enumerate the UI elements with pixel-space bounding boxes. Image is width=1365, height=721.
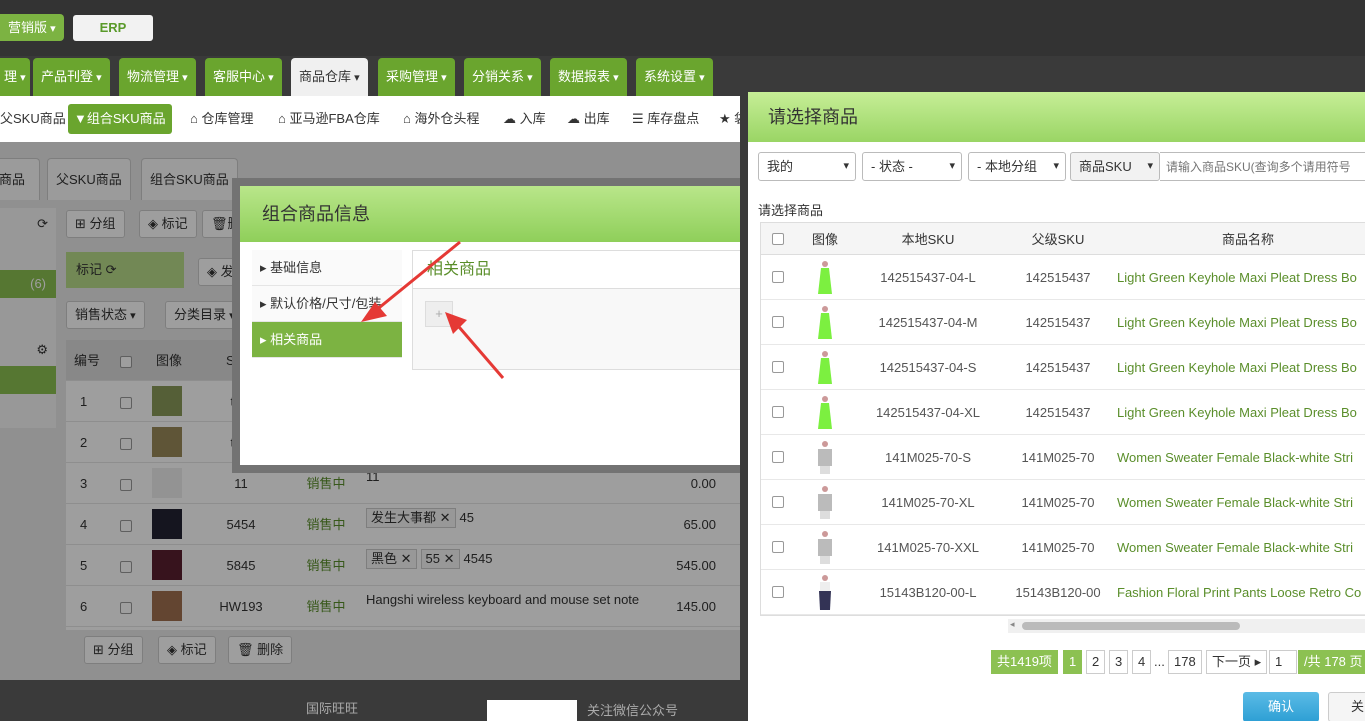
row-checkbox[interactable] [772, 406, 784, 418]
nav-item-product-listing[interactable]: 产品刊登 [33, 58, 110, 96]
product-name-link[interactable]: Fashion Floral Print Pants Loose Retro C… [1117, 570, 1365, 614]
close-button[interactable]: 关 [1328, 692, 1365, 721]
confirm-button[interactable]: 确认 [1243, 692, 1319, 721]
subnav-combo-sku[interactable]: ▼组合SKU商品 [68, 104, 172, 134]
page-1[interactable]: 1 [1063, 650, 1083, 674]
page-last[interactable]: 178 [1168, 650, 1202, 674]
nav-item-partial[interactable]: 理 [0, 58, 30, 96]
cloud-download-icon: ☁ [567, 111, 584, 126]
total-count: 共1419项 [991, 650, 1058, 674]
page-input[interactable]: 1 [1269, 650, 1297, 674]
footer-wechat[interactable]: 关注微信公众号 [587, 700, 678, 719]
row-checkbox[interactable] [772, 316, 784, 328]
caret-right-icon: ▸ [260, 296, 271, 311]
product-row[interactable]: 141M025-70-XL 141M025-70 Women Sweater Fem… [761, 480, 1365, 525]
nav-item-purchasing[interactable]: 采购管理 [378, 58, 455, 96]
page-2[interactable]: 2 [1086, 650, 1106, 674]
product-row[interactable]: 142515437-04-S 142515437 Light Green Keyho… [761, 345, 1365, 390]
star-icon: ★ [719, 111, 735, 126]
caret-right-icon: ▸ [260, 332, 271, 347]
product-table-header: 图像 本地SKU 父级SKU 商品名称 [761, 223, 1365, 255]
product-name-link[interactable]: Women Sweater Female Black-white Stri [1117, 525, 1365, 569]
nav-item-warehouse[interactable]: 商品仓库 [291, 58, 368, 96]
row-checkbox[interactable] [772, 451, 784, 463]
row-checkbox[interactable] [772, 271, 784, 283]
product-thumbnail [808, 573, 842, 611]
subnav-warehouse[interactable]: ⌂ 仓库管理 [184, 104, 259, 134]
nav-item-settings[interactable]: 系统设置 [636, 58, 713, 96]
row-checkbox[interactable] [772, 586, 784, 598]
product-name-link[interactable]: Light Green Keyhole Maxi Pleat Dress Bo [1117, 300, 1365, 344]
annotation-arrows [361, 240, 505, 379]
row-checkbox[interactable] [772, 541, 784, 553]
page-ellipsis: ... [1154, 654, 1165, 669]
product-name-link[interactable]: Light Green Keyhole Maxi Pleat Dress Bo [1117, 345, 1365, 389]
product-name-link[interactable]: Light Green Keyhole Maxi Pleat Dress Bo [1117, 390, 1365, 434]
product-select-modal: 请选择商品 我的 - 状态 - - 本地分组 商品SKU 请选择商品 图像 本地… [740, 84, 1365, 721]
erp-button[interactable]: ERP [73, 15, 153, 41]
subnav-overseas[interactable]: ⌂ 海外仓头程 [397, 104, 485, 134]
local-group-select[interactable]: - 本地分组 [968, 152, 1066, 181]
scrollbar-thumb[interactable] [1022, 622, 1240, 630]
row-checkbox[interactable] [772, 496, 784, 508]
top-bar: 营销版 ERP [0, 0, 1365, 56]
list-icon: ☰ [632, 111, 648, 126]
edition-dropdown[interactable]: 营销版 [0, 14, 64, 41]
row-checkbox[interactable] [772, 361, 784, 373]
table-scrollbar[interactable]: ◂ [1008, 619, 1365, 633]
subnav-parent-sku[interactable]: 父SKU商品 [0, 104, 72, 134]
select-all-checkbox[interactable] [772, 232, 784, 245]
scroll-left-icon[interactable]: ◂ [1010, 619, 1015, 630]
product-thumbnail [808, 393, 842, 431]
nav-item-customer-service[interactable]: 客服中心 [205, 58, 282, 96]
product-thumbnail [808, 438, 842, 476]
caret-right-icon: ▸ [260, 260, 271, 275]
product-thumbnail [808, 348, 842, 386]
page-4[interactable]: 4 [1132, 650, 1152, 674]
product-row[interactable]: 142515437-04-M 142515437 Light Green Keyho… [761, 300, 1365, 345]
status-select[interactable]: - 状态 - [862, 152, 962, 181]
next-page-button[interactable]: 下一页 ▸ [1206, 650, 1268, 674]
home-icon: ⌂ [278, 111, 290, 126]
product-thumbnail [808, 483, 842, 521]
product-thumbnail [808, 528, 842, 566]
cloud-upload-icon: ☁ [503, 111, 520, 126]
caret-right-icon: ▸ [1254, 654, 1262, 669]
product-name-link[interactable]: Women Sweater Female Black-white Stri [1117, 480, 1365, 524]
home-icon: ⌂ [190, 111, 202, 126]
section-label: 请选择商品 [758, 203, 824, 218]
product-thumbnail [808, 258, 842, 296]
combo-dialog-title: 组合商品信息 [240, 186, 744, 242]
product-thumbnail [808, 303, 842, 341]
subnav-outbound[interactable]: ☁ 出库 [561, 104, 616, 134]
product-row[interactable]: 15143B120-00-L 15143B120-00 Fashion Floral… [761, 570, 1365, 615]
product-row[interactable]: 142515437-04-XL 142515437 Light Green Keyh… [761, 390, 1365, 435]
modal-title: 请选择商品 [748, 92, 1365, 142]
subnav-inventory[interactable]: ☰ 库存盘点 [626, 104, 705, 134]
product-row[interactable]: 141M025-70-S 141M025-70 Women Sweater Fema… [761, 435, 1365, 480]
product-list-table: 图像 本地SKU 父级SKU 商品名称 142515437-04-L 142515… [760, 222, 1365, 616]
product-row[interactable]: 142515437-04-L 142515437 Light Green Keyho… [761, 255, 1365, 300]
product-row[interactable]: 141M025-70-XXL 141M025-70 Women Sweater Fe… [761, 525, 1365, 570]
subnav-fba[interactable]: ⌂ 亚马逊FBA仓库 [272, 104, 386, 134]
nav-item-logistics[interactable]: 物流管理 [119, 58, 196, 96]
sku-type-select[interactable]: 商品SKU [1070, 152, 1160, 181]
nav-item-distribution[interactable]: 分销关系 [464, 58, 541, 96]
product-name-link[interactable]: Light Green Keyhole Maxi Pleat Dress Bo [1117, 255, 1365, 299]
owner-select[interactable]: 我的 [758, 152, 856, 181]
nav-item-reports[interactable]: 数据报表 [550, 58, 627, 96]
sku-search-input[interactable] [1160, 152, 1365, 181]
filter-icon: ▼ [74, 111, 87, 126]
product-name-link[interactable]: Women Sweater Female Black-white Stri [1117, 435, 1365, 479]
page-3[interactable]: 3 [1109, 650, 1129, 674]
home-icon: ⌂ [403, 111, 415, 126]
qr-code-icon [487, 700, 577, 721]
total-pages: /共 178 页 [1298, 650, 1365, 674]
subnav-inbound[interactable]: ☁ 入库 [497, 104, 552, 134]
footer-wangwang[interactable]: 国际旺旺 [306, 698, 358, 717]
